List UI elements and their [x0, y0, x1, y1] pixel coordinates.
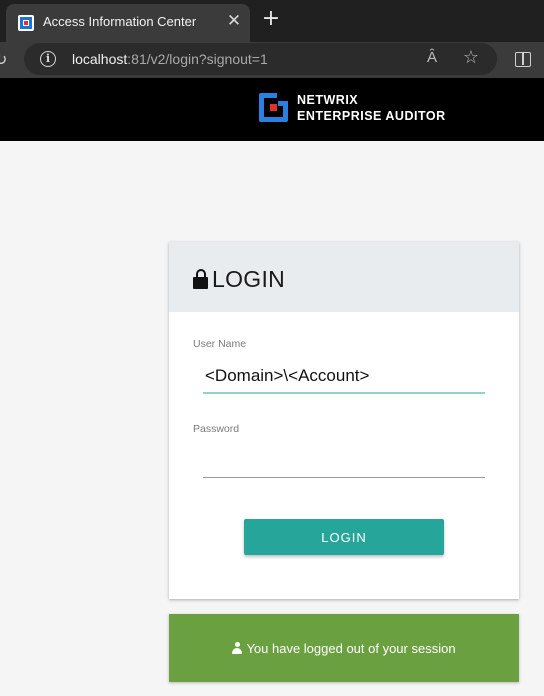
netwrix-logo-icon — [259, 92, 289, 122]
read-aloud-icon[interactable]: Ȃ — [422, 48, 442, 68]
new-tab-icon[interactable]: + — [260, 8, 282, 31]
tab-title: Access Information Center — [43, 14, 197, 29]
logout-message-banner: You have logged out of your session — [169, 614, 519, 682]
password-label: Password — [193, 423, 240, 435]
password-input[interactable] — [203, 445, 485, 478]
banner-content: You have logged out of your session — [169, 641, 519, 656]
url-text[interactable]: localhost:81/v2/login?signout=1 — [72, 51, 268, 67]
username-label: User Name — [193, 338, 247, 350]
url-path: :81/v2/login?signout=1 — [127, 51, 268, 67]
close-icon[interactable]: ✕ — [225, 12, 243, 30]
site-favicon-icon — [18, 15, 34, 31]
user-icon — [232, 642, 243, 654]
info-icon[interactable]: i — [40, 51, 56, 67]
logout-message: You have logged out of your session — [246, 641, 456, 656]
app-header: NETWRIX ENTERPRISE AUDITOR — [0, 78, 544, 141]
brand-product: ENTERPRISE AUDITOR — [297, 109, 446, 123]
refresh-icon[interactable]: ↻ — [0, 50, 10, 69]
username-input[interactable] — [203, 360, 485, 394]
browser-tab-strip: Access Information Center ✕ + — [0, 0, 544, 42]
brand-name: NETWRIX — [297, 93, 359, 107]
login-card-header: LOGIN — [169, 242, 519, 312]
browser-toolbar: ↻ i localhost:81/v2/login?signout=1 Ȃ ☆ — [0, 42, 544, 78]
login-card: LOGIN User Name Password LOGIN — [169, 242, 519, 599]
lock-icon — [193, 269, 208, 289]
url-host: localhost — [72, 51, 128, 67]
favorite-star-icon[interactable]: ☆ — [461, 48, 481, 68]
browser-tab[interactable]: Access Information Center ✕ — [6, 4, 250, 42]
split-screen-icon[interactable] — [515, 52, 531, 67]
login-button[interactable]: LOGIN — [244, 519, 444, 555]
login-title: LOGIN — [212, 266, 286, 292]
address-bar[interactable]: i localhost:81/v2/login?signout=1 Ȃ ☆ — [24, 43, 497, 75]
